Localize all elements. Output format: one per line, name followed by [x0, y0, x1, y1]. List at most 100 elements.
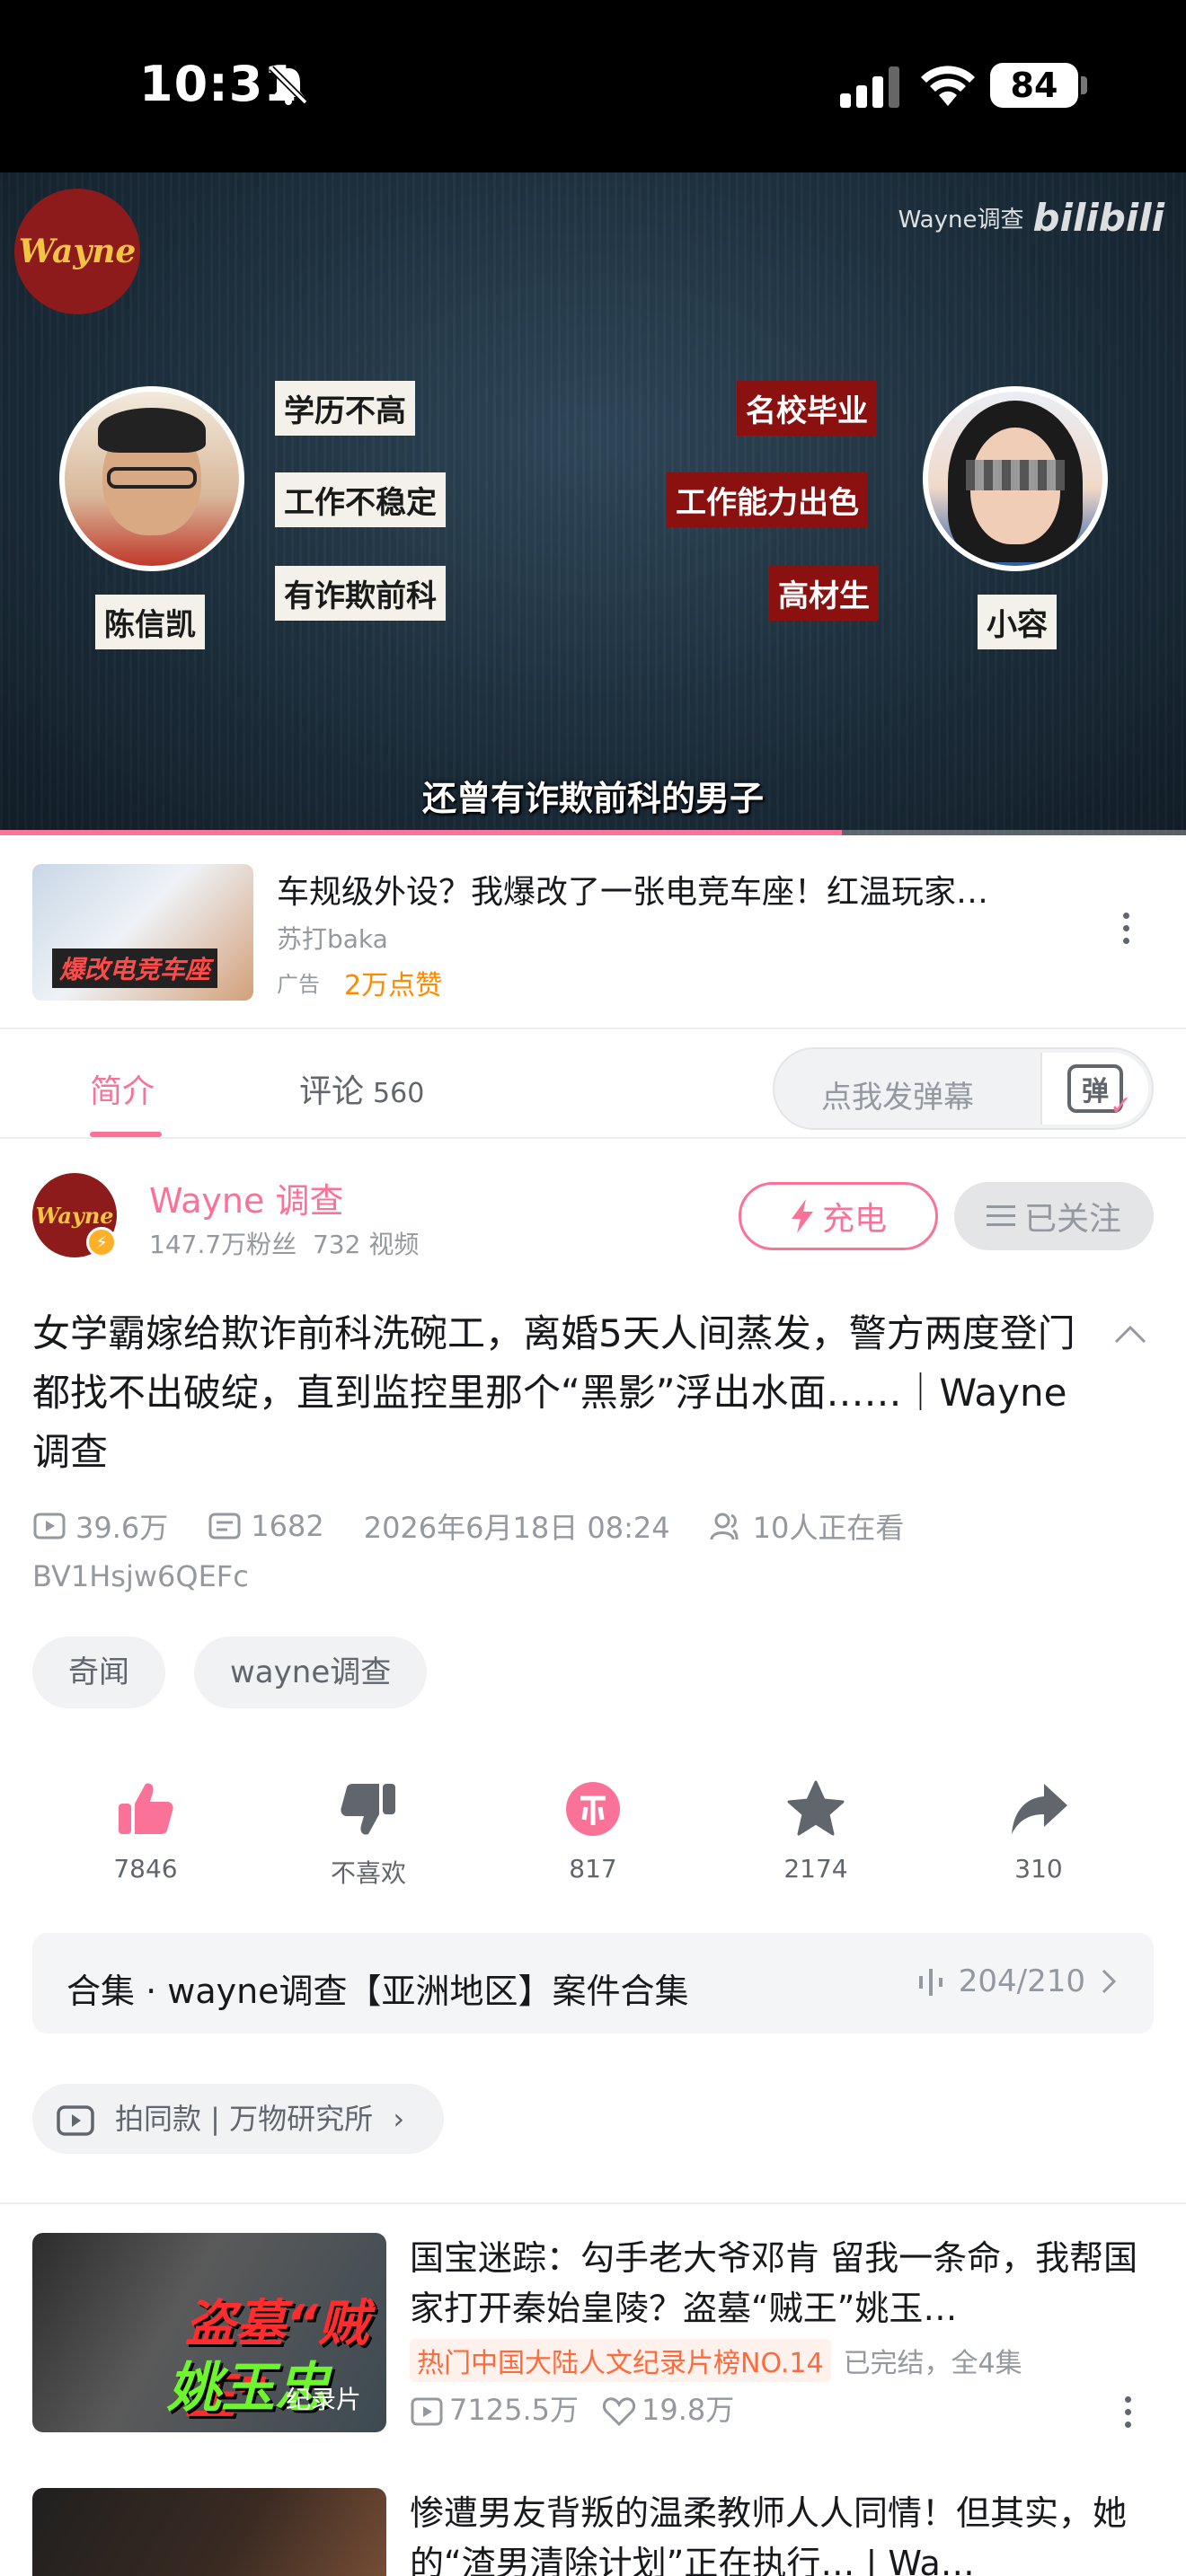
danmaku-toggle-button[interactable]: 弹 — [1040, 1053, 1148, 1125]
thumbs-up-icon — [119, 1783, 173, 1834]
chevron-right-icon: › — [393, 2102, 405, 2136]
tab-active-indicator — [90, 1132, 162, 1137]
favorite-button[interactable]: 2174 — [726, 1778, 906, 1883]
more-icon[interactable] — [1123, 913, 1132, 944]
same-style-button[interactable]: 拍同款 | 万物研究所 › — [32, 2084, 445, 2154]
man-name-label: 陈信凯 — [95, 595, 205, 649]
charge-button[interactable]: 充电 — [739, 1182, 938, 1250]
ad-thumbnail[interactable]: 爆改电竞车座 — [32, 864, 253, 1001]
tab-comments-label: 评论 — [299, 1073, 365, 1110]
rec-stats: 7125.5万 19.8万 — [410, 2387, 734, 2429]
watching-icon — [710, 1513, 739, 1540]
channel-logo: Wayne — [14, 189, 140, 314]
video-subtitle: 还曾有诈欺前科的男子 — [421, 779, 764, 818]
coin-count: 817 — [569, 1854, 617, 1883]
danmaku-icon: 弹 — [1067, 1064, 1132, 1122]
detail-tabs: 简介 评论 560 点我发弹幕 弹 — [0, 1031, 1186, 1139]
signal-icon — [840, 66, 899, 108]
danmaku-count: 1682 — [251, 1509, 324, 1543]
collection-progress: 204/210 — [917, 1963, 1118, 1999]
divider — [0, 2202, 1186, 2204]
chevron-up-icon[interactable] — [1112, 1317, 1148, 1353]
star-icon — [787, 1780, 845, 1836]
uploader-name[interactable]: Wayne 调查 — [149, 1173, 343, 1222]
man-trait: 工作不稳定 — [275, 472, 446, 527]
ad-row[interactable]: 爆改电竞车座 车规级外设？我爆改了一张电竞车座！红温玩家… 苏打baka 广告 … — [0, 835, 1186, 1029]
tab-comments[interactable]: 评论 560 — [299, 1065, 424, 1112]
watermark: Wayne调查 bilibili — [898, 196, 1164, 240]
woman-trait: 高材生 — [769, 566, 879, 621]
uploader-stats: 147.7万粉丝 732 视频 — [149, 1225, 419, 1261]
video-player[interactable]: Wayne Wayne调查 bilibili 陈信凯 小容 学历不高 工作不稳定… — [0, 172, 1186, 835]
portrait-woman — [923, 386, 1108, 571]
same-style-label: 拍同款 | 万物研究所 — [115, 2102, 374, 2136]
woman-trait: 名校毕业 — [737, 381, 877, 436]
tag-chip[interactable]: wayne调查 — [194, 1636, 428, 1708]
list-item[interactable]: 惨遭男友背叛的温柔教师人人同情！但其实，她的“渣男清除计划”正在执行… | Wa… — [0, 2488, 1186, 2576]
ad-author: 苏打baka — [277, 924, 388, 954]
menu-icon — [986, 1205, 1015, 1226]
ad-label: 广告 — [277, 972, 320, 997]
tag-list: 奇闻 wayne调查 — [32, 1636, 428, 1708]
video-meta: 39.6万 1682 2026年6月18日 08:24 10人正在看 — [32, 1505, 904, 1547]
watermark-text: Wayne调查 — [898, 207, 1024, 234]
rec-thumbnail[interactable] — [32, 2488, 386, 2576]
rec-title: 惨遭男友背叛的温柔教师人人同情！但其实，她的“渣男清除计划”正在执行… | Wa… — [410, 2493, 1128, 2576]
collection-count: 204/210 — [958, 1963, 1085, 1999]
play-count-icon — [411, 2397, 443, 2426]
follow-button[interactable]: 已关注 — [954, 1182, 1154, 1250]
danmaku-input[interactable]: 点我发弹幕 弹 — [773, 1047, 1154, 1130]
ranking-badge: 热门中国大陆人文纪录片榜NO.14 — [410, 2339, 831, 2382]
playlist-bars-icon — [918, 1969, 943, 1996]
more-icon[interactable] — [1125, 2396, 1134, 2428]
list-item[interactable]: 盗墓“贼王” 姚玉忠 纪录片 国宝迷踪：勾手老大爷邓肯 留我一条命，我帮国家打开… — [0, 2233, 1186, 2448]
coin-button[interactable]: 817 — [503, 1778, 683, 1883]
battery-cap — [1081, 76, 1087, 94]
favorite-count: 2174 — [783, 1854, 848, 1883]
collection-title: 合集 · wayne调查【亚洲地区】案件合集 — [66, 1972, 689, 2011]
lightning-icon — [791, 1199, 813, 1233]
heart-icon — [602, 2397, 636, 2427]
woman-name-label: 小容 — [978, 595, 1057, 649]
man-trait: 学历不高 — [275, 381, 415, 436]
woman-trait: 工作能力出色 — [667, 472, 868, 527]
share-button[interactable]: 310 — [949, 1778, 1128, 1883]
follow-label: 已关注 — [1023, 1201, 1121, 1238]
action-bar: 7846 不喜欢 817 2174 310 — [0, 1778, 1186, 1904]
watermark-brand: bilibili — [1032, 196, 1164, 240]
portrait-man — [59, 386, 244, 571]
dislike-label: 不喜欢 — [330, 1858, 406, 1888]
publish-date: 2026年6月18日 08:24 — [363, 1511, 670, 1545]
danmaku-placeholder: 点我发弹幕 — [821, 1080, 974, 1116]
thumbs-down-icon — [341, 1784, 395, 1835]
danmaku-count-icon — [208, 1513, 241, 1539]
chevron-right-icon — [1102, 1969, 1117, 1994]
rec-title: 国宝迷踪：勾手老大爷邓肯 留我一条命，我帮国家打开秦始皇陵？盗墓“贼王”姚玉… — [410, 2238, 1138, 2328]
play-count-icon — [33, 1513, 66, 1539]
rec-likes: 19.8万 — [641, 2393, 735, 2427]
camera-icon — [57, 2105, 94, 2136]
collection-bar[interactable]: 合集 · wayne调查【亚洲地区】案件合集 204/210 — [32, 1933, 1154, 2033]
watching-count: 10人正在看 — [752, 1511, 905, 1545]
ad-title[interactable]: 车规级外设？我爆改了一张电竞车座！红温玩家… — [277, 866, 1085, 913]
rec-badge-row: 热门中国大陆人文纪录片榜NO.14 已完结，全4集 — [410, 2339, 1022, 2382]
rec-views: 7125.5万 — [449, 2393, 579, 2427]
like-count: 7846 — [113, 1854, 178, 1883]
verified-badge-icon: ⚡ — [86, 1227, 117, 1257]
dislike-button[interactable]: 不喜欢 — [279, 1778, 458, 1890]
comment-count: 560 — [373, 1078, 425, 1109]
fans-count: 147.7万粉丝 — [149, 1230, 297, 1259]
wifi-icon — [921, 66, 975, 106]
videos-count: 732 视频 — [312, 1230, 420, 1259]
thumb-label: 纪录片 — [285, 2385, 361, 2414]
ad-likes: 2万点赞 — [344, 970, 443, 1001]
tag-chip[interactable]: 奇闻 — [32, 1636, 165, 1708]
share-icon — [1012, 1784, 1067, 1834]
tab-intro[interactable]: 简介 — [90, 1065, 155, 1112]
like-button[interactable]: 7846 — [56, 1778, 235, 1883]
status-bar: 10:31 84 — [0, 0, 1186, 172]
rec-thumbnail[interactable]: 盗墓“贼王” 姚玉忠 纪录片 — [32, 2233, 386, 2432]
view-count: 39.6万 — [75, 1511, 169, 1545]
series-status: 已完结，全4集 — [843, 2348, 1022, 2379]
bvid[interactable]: BV1Hsjw6QEFc — [32, 1559, 249, 1593]
